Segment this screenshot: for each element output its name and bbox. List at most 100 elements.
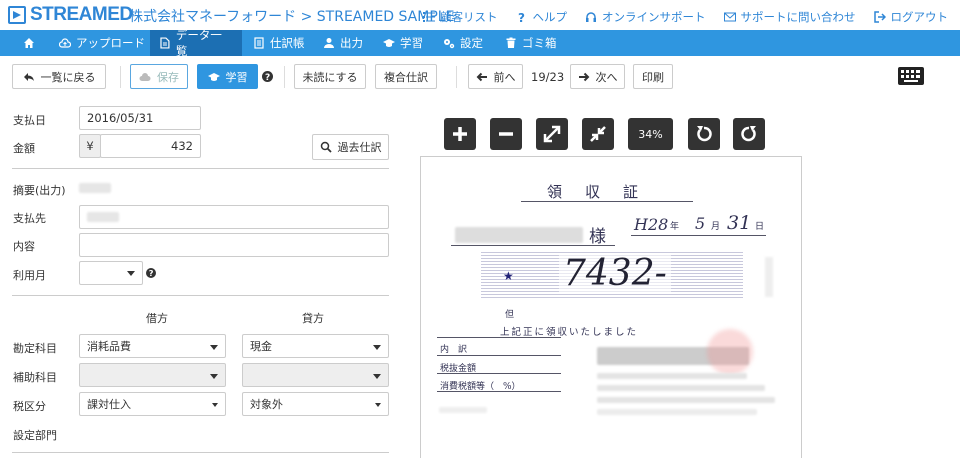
- logout-icon: [873, 11, 886, 23]
- compress-button[interactable]: [582, 118, 614, 150]
- caret-down-icon: [212, 403, 218, 407]
- usage-month-select[interactable]: [79, 261, 143, 285]
- back-to-list-button[interactable]: 一覧に戻る: [12, 64, 106, 89]
- currency-addon: ¥: [79, 134, 101, 158]
- nav-home[interactable]: [14, 30, 44, 56]
- divider: [12, 168, 389, 169]
- expand-icon: [543, 125, 561, 143]
- mark-unread-button[interactable]: 未読にする: [294, 64, 366, 89]
- debit-account-select[interactable]: 消耗品費: [79, 334, 226, 358]
- tadashi-label: 但: [505, 310, 515, 320]
- caret-down-icon: [373, 345, 381, 350]
- divider: [12, 452, 389, 453]
- caret-down-icon: [373, 374, 381, 379]
- caret-down-icon: [210, 374, 218, 379]
- learn-button[interactable]: 学習: [197, 64, 258, 89]
- payment-date-input[interactable]: 2016/05/31: [79, 106, 201, 130]
- customer-list-link[interactable]: 顧客リスト: [423, 9, 498, 25]
- receipt-viewer[interactable]: 領 収 証 様 H28 年 5 月 31 日 ★ 7432- 但 上記正に領収い…: [420, 156, 802, 458]
- received-text: 上記正に領収いたしました: [500, 327, 639, 338]
- logo-text: STREAMED: [30, 4, 133, 25]
- list-icon: [423, 12, 435, 22]
- debit-header: 借方: [146, 312, 168, 325]
- receipt-day: 31: [727, 212, 752, 234]
- app-header: STREAMED 株式会社マネーフォワード > STREAMED SAMPLE …: [0, 0, 960, 30]
- department-label: 設定部門: [13, 429, 57, 442]
- zoom-in-button[interactable]: [444, 118, 476, 150]
- trash-icon: [506, 37, 516, 48]
- headset-icon: [586, 12, 596, 22]
- star-mark: ★: [503, 269, 514, 283]
- divider: [12, 295, 389, 296]
- date-underline: [631, 235, 766, 236]
- account-label: 勘定科目: [13, 342, 57, 355]
- expand-button[interactable]: [536, 118, 568, 150]
- rotate-right-button[interactable]: [733, 118, 765, 150]
- caret-down-icon: [127, 271, 135, 276]
- print-button[interactable]: 印刷: [633, 64, 673, 89]
- cloud-upload-icon: [59, 38, 71, 48]
- name-underline: [451, 245, 615, 246]
- credit-account-select[interactable]: 現金: [242, 334, 389, 358]
- nav-output[interactable]: 出力: [314, 30, 372, 56]
- nav-settings[interactable]: 設定: [434, 30, 492, 56]
- nav-upload[interactable]: アップロード: [50, 30, 154, 56]
- rotate-left-button[interactable]: [688, 118, 720, 150]
- keyboard-icon[interactable]: [898, 67, 924, 85]
- graduation-cap-icon: [207, 72, 220, 81]
- amount-input[interactable]: 432: [100, 134, 201, 158]
- toolbar-divider: [456, 66, 457, 88]
- payee-input[interactable]: [79, 205, 389, 229]
- document-icon: [160, 37, 170, 49]
- credit-tax-select[interactable]: 対象外: [242, 392, 389, 416]
- online-support-link[interactable]: オンラインサポート: [585, 9, 706, 25]
- zoom-out-button[interactable]: [490, 118, 522, 150]
- help-link[interactable]: ? ヘルプ: [516, 9, 568, 25]
- past-entries-button[interactable]: 過去仕訳: [312, 134, 389, 160]
- prev-button[interactable]: 前へ: [468, 64, 523, 89]
- summary-label: 摘要(出力): [13, 184, 66, 197]
- help-circle-icon[interactable]: ?: [262, 71, 273, 82]
- contact-support-link[interactable]: サポートに問い合わせ: [723, 9, 856, 25]
- caret-down-icon: [375, 403, 381, 407]
- logout-link[interactable]: ログアウト: [873, 9, 948, 25]
- help-circle-icon[interactable]: ?: [146, 268, 156, 278]
- arrow-right-icon: [578, 72, 589, 81]
- save-button[interactable]: 保存: [130, 64, 188, 89]
- nav-trash[interactable]: ゴミ箱: [496, 30, 566, 56]
- nav-learning[interactable]: 学習: [374, 30, 432, 56]
- minus-icon: [499, 132, 513, 136]
- next-button[interactable]: 次へ: [570, 64, 625, 89]
- credit-sub-account-select[interactable]: [242, 363, 389, 387]
- graduation-cap-icon: [383, 39, 395, 47]
- user-icon: [324, 38, 334, 48]
- search-icon: [320, 141, 332, 153]
- title-underline: [521, 201, 693, 202]
- page-counter: 19/23: [531, 70, 565, 84]
- zoom-level-button[interactable]: 34%: [628, 118, 673, 150]
- content-input[interactable]: [79, 233, 389, 257]
- receipt-amount: 7432-: [559, 253, 671, 294]
- honorific: 様: [589, 227, 606, 247]
- cloud-icon: [139, 72, 151, 81]
- logo-icon: [8, 6, 26, 24]
- streamed-logo[interactable]: STREAMED: [8, 4, 133, 26]
- receipt-title: 領 収 証: [547, 183, 643, 201]
- compound-entry-button[interactable]: 複合仕訳: [375, 64, 437, 89]
- reply-arrow-icon: [23, 72, 34, 81]
- svg-text:?: ?: [265, 73, 270, 82]
- home-icon: [24, 38, 34, 48]
- debit-sub-account-select[interactable]: [79, 363, 226, 387]
- top-links: 顧客リスト ? ヘルプ オンラインサポート サポートに問い合わせ ログアウト: [405, 9, 948, 25]
- content-label: 内容: [13, 240, 35, 253]
- nav-data-list[interactable]: データ一覧: [150, 28, 242, 58]
- payment-date-label: 支払日: [13, 114, 46, 127]
- envelope-icon: [723, 12, 736, 22]
- tax-label: 税区分: [13, 400, 46, 413]
- usage-month-label: 利用月: [13, 269, 46, 282]
- debit-tax-select[interactable]: 課対仕入: [79, 392, 226, 416]
- compress-icon: [590, 126, 606, 142]
- breakdown-label: 内 訳: [440, 345, 468, 355]
- nav-journal[interactable]: 仕訳帳: [244, 30, 314, 56]
- rotate-cw-icon: [741, 126, 756, 142]
